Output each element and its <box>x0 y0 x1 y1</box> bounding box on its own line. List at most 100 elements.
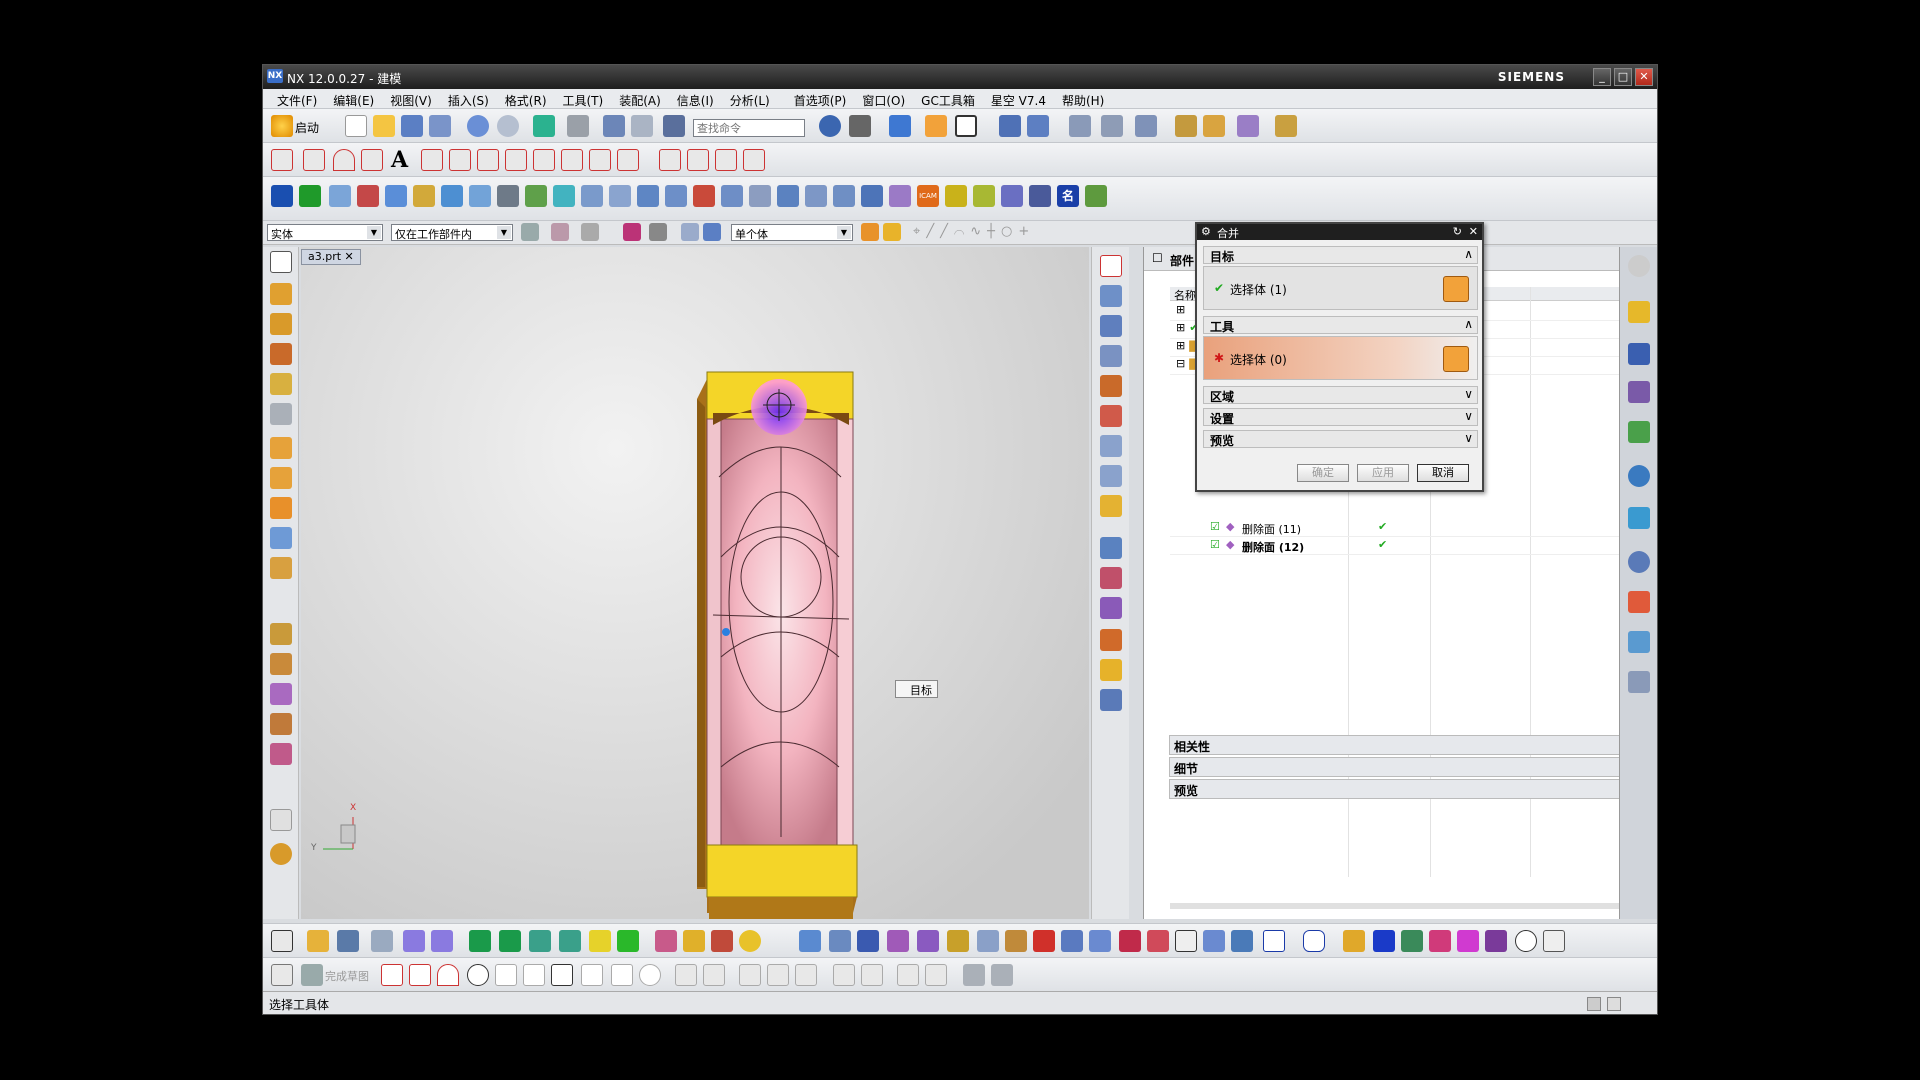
part-navigator-icon[interactable] <box>1628 381 1650 403</box>
frame-icon[interactable] <box>1457 930 1479 952</box>
measure-icon[interactable] <box>1275 115 1297 137</box>
window-icon[interactable] <box>631 115 653 137</box>
snap-icon[interactable] <box>603 115 625 137</box>
hexagon-icon[interactable] <box>1303 930 1325 952</box>
datum-plane-icon[interactable] <box>1100 255 1122 277</box>
dialog-close-icon[interactable]: ✕ <box>1469 225 1478 238</box>
dimension-icon[interactable] <box>1401 930 1423 952</box>
sketch-circle-icon[interactable] <box>467 964 489 986</box>
snap-options-icon[interactable]: ⌖╱╱⌒∿┼○+ <box>913 224 1035 239</box>
row-checkbox-icon[interactable]: ☑ <box>1210 520 1220 533</box>
fillet-icon[interactable] <box>495 964 517 986</box>
section-icon[interactable] <box>999 115 1021 137</box>
tool-select-body[interactable]: ✱ 选择体 (0) <box>1203 336 1478 380</box>
plugin-icon[interactable] <box>945 185 967 207</box>
history-icon[interactable] <box>1628 507 1650 529</box>
offset-surface-icon[interactable] <box>1100 689 1122 711</box>
boss-icon[interactable] <box>413 185 435 207</box>
reuse-library-icon[interactable] <box>1628 421 1650 443</box>
search-input[interactable] <box>693 119 805 137</box>
arrow-icon[interactable] <box>883 223 901 241</box>
navigator-checkbox-icon[interactable]: ☐ <box>1152 251 1163 265</box>
cylinder-icon[interactable] <box>270 313 292 335</box>
lasso-icon[interactable] <box>581 223 599 241</box>
project-curve-icon[interactable] <box>449 149 471 171</box>
body-rule-select[interactable]: 单个体 <box>731 224 853 241</box>
scope-select[interactable]: 仅在工作部件内 <box>391 224 513 241</box>
cone-icon[interactable] <box>270 343 292 365</box>
undo-icon[interactable] <box>467 115 489 137</box>
stamp-icon[interactable] <box>711 930 733 952</box>
trim-sketch-icon[interactable] <box>675 964 697 986</box>
group-target[interactable]: 目标 ∧ <box>1203 246 1478 264</box>
through-curves-icon[interactable] <box>1100 315 1122 337</box>
divide-curve-icon[interactable] <box>687 149 709 171</box>
blend-icon[interactable] <box>441 185 463 207</box>
trimmed-sheet-icon[interactable] <box>1100 537 1122 559</box>
bounded-plane-icon[interactable] <box>1100 285 1122 307</box>
constraint-icon[interactable] <box>1135 115 1157 137</box>
pattern-icon[interactable] <box>1237 115 1259 137</box>
select-icon[interactable] <box>270 251 292 273</box>
intersect-icon[interactable] <box>749 185 771 207</box>
view-orient-icon[interactable] <box>271 930 293 952</box>
clip-icon[interactable] <box>1027 115 1049 137</box>
thicken-icon[interactable] <box>1100 659 1122 681</box>
group-settings[interactable]: 设置 ∨ <box>1203 408 1478 426</box>
bridge-curve-icon[interactable] <box>505 149 527 171</box>
edit-curve-icon[interactable] <box>743 149 765 171</box>
n-sided-icon[interactable] <box>1100 495 1122 517</box>
status-layout-icon[interactable] <box>1607 997 1621 1011</box>
mold-icon[interactable] <box>270 527 292 549</box>
layer-icon[interactable] <box>567 115 589 137</box>
expand-icon[interactable]: ⊞ <box>1176 321 1185 334</box>
sew-icon[interactable] <box>777 185 799 207</box>
finish-sketch-label[interactable]: 完成草图 <box>325 968 369 984</box>
expand-icon[interactable]: ∨ <box>1464 431 1473 445</box>
cube-select-icon[interactable] <box>681 223 699 241</box>
tree-row-delete-face-11[interactable]: ☑ ◆ 删除面 (11) ✔ <box>1170 519 1642 537</box>
rectangle-icon[interactable] <box>1263 930 1285 952</box>
feature-select-icon[interactable] <box>623 223 641 241</box>
draft-icon[interactable] <box>581 185 603 207</box>
unite-icon[interactable] <box>693 185 715 207</box>
snap-point-icon[interactable] <box>861 223 879 241</box>
patch-icon[interactable] <box>805 185 827 207</box>
info-icon[interactable] <box>663 115 685 137</box>
check-feature-icon[interactable] <box>525 185 547 207</box>
polyline-icon[interactable] <box>581 964 603 986</box>
system-icon[interactable] <box>1628 671 1650 693</box>
stretch-icon[interactable] <box>857 930 879 952</box>
delete-face-icon[interactable] <box>861 185 883 207</box>
extend-sketch-icon[interactable] <box>703 964 725 986</box>
line2-icon[interactable] <box>303 149 325 171</box>
roles-icon[interactable] <box>1628 631 1650 653</box>
minimize-button[interactable]: _ <box>1593 68 1611 86</box>
maximize-button[interactable]: □ <box>1614 68 1632 86</box>
filter-icon[interactable] <box>521 223 539 241</box>
synchronous-icon[interactable] <box>889 185 911 207</box>
law-extension-icon[interactable] <box>1100 375 1122 397</box>
type-filter-select[interactable]: 实体 <box>267 224 383 241</box>
sphere-icon[interactable] <box>270 373 292 395</box>
split-icon[interactable] <box>270 653 292 675</box>
array-icon[interactable] <box>270 497 292 519</box>
expand-icon[interactable]: ⊞ <box>1176 303 1185 316</box>
red-tool-icon[interactable] <box>1033 930 1055 952</box>
sheet-icon[interactable] <box>1100 629 1122 651</box>
chart-icon[interactable] <box>1085 185 1107 207</box>
snap-view-icon[interactable] <box>799 930 821 952</box>
grid-icon[interactable] <box>1029 185 1051 207</box>
cube-view-icon[interactable] <box>889 115 911 137</box>
trim-body-icon[interactable] <box>665 185 687 207</box>
palette-icon[interactable] <box>1628 591 1650 613</box>
next-icon[interactable] <box>499 930 521 952</box>
plus-icon[interactable] <box>611 964 633 986</box>
new-file-icon[interactable] <box>345 115 367 137</box>
cancel-button[interactable]: 取消 <box>1417 464 1469 482</box>
web-browser-icon[interactable] <box>1628 465 1650 487</box>
hook-icon[interactable] <box>947 930 969 952</box>
x-form-icon[interactable] <box>1100 597 1122 619</box>
mirror-feature-icon[interactable] <box>357 185 379 207</box>
copy-icon[interactable] <box>829 930 851 952</box>
